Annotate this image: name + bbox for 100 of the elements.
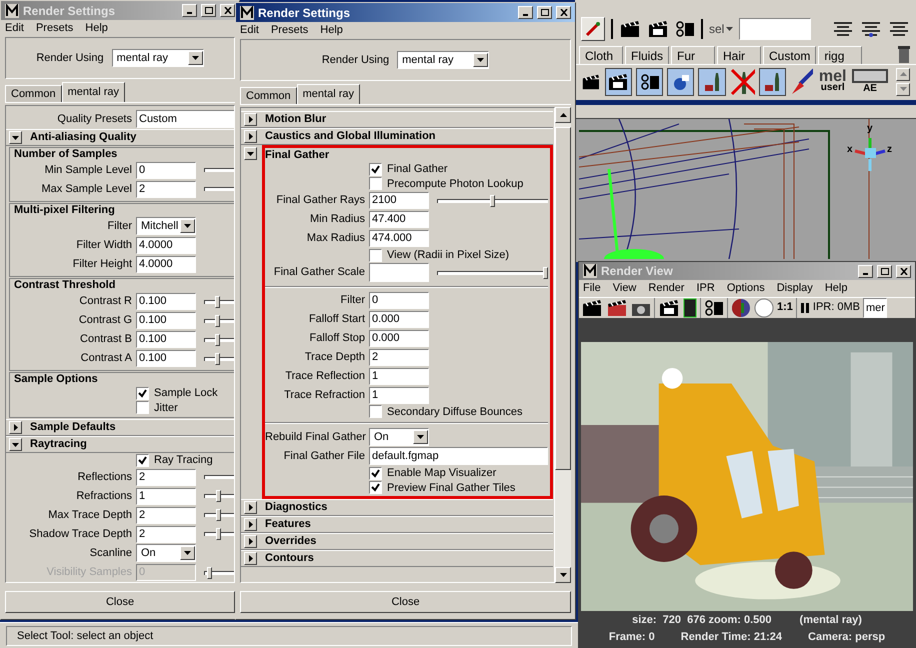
clapperboard-icon[interactable] xyxy=(606,298,628,318)
clapperboard-icon[interactable] xyxy=(647,19,669,39)
section-header[interactable]: Caustics and Global Illumination xyxy=(241,128,553,145)
bottle-icon[interactable] xyxy=(758,68,786,96)
expand-toggle[interactable] xyxy=(9,130,22,144)
menu-item[interactable]: Edit xyxy=(5,20,24,37)
number-field[interactable]: 4.0000 xyxy=(136,237,196,254)
tab[interactable]: Common xyxy=(5,85,62,102)
menu-item[interactable]: File xyxy=(583,280,601,296)
render-settings-icon[interactable] xyxy=(675,19,695,39)
section-header[interactable]: Raytracing xyxy=(6,436,234,453)
menu-item[interactable]: Presets xyxy=(270,22,308,39)
dropdown[interactable]: mental ray xyxy=(397,51,490,69)
checkbox[interactable] xyxy=(369,177,382,190)
renderer-field[interactable]: mer xyxy=(862,298,887,318)
slider-thumb[interactable] xyxy=(216,490,221,502)
close-dialog-button[interactable]: Close xyxy=(240,591,571,613)
slider-thumb[interactable] xyxy=(215,334,220,346)
bottle-icon[interactable] xyxy=(698,68,726,96)
number-field[interactable]: 2100 xyxy=(369,192,429,209)
slider-thumb[interactable] xyxy=(215,352,220,364)
menu-item[interactable]: Help xyxy=(320,22,343,39)
checkbox[interactable] xyxy=(136,401,149,414)
number-field[interactable]: 0.100 xyxy=(136,331,196,348)
expand-toggle[interactable] xyxy=(244,552,257,565)
number-field[interactable]: 47.400 xyxy=(369,211,429,228)
slider[interactable] xyxy=(437,266,548,278)
tab[interactable]: Common xyxy=(240,87,297,104)
expand-toggle[interactable] xyxy=(244,130,257,143)
clapperboard-icon[interactable] xyxy=(658,298,680,318)
selection-field[interactable] xyxy=(739,18,812,40)
number-field[interactable]: 474.000 xyxy=(369,230,429,247)
number-field[interactable]: 2 xyxy=(369,348,429,366)
dropdown[interactable]: mental ray xyxy=(112,49,204,67)
tab[interactable]: mental ray xyxy=(62,82,125,102)
expand-toggle[interactable] xyxy=(244,535,257,548)
brush-tool-icon[interactable] xyxy=(581,17,605,41)
slider[interactable] xyxy=(437,194,548,206)
scroll-down-button[interactable] xyxy=(896,82,910,96)
number-field[interactable]: 0.100 xyxy=(136,293,196,310)
number-field[interactable]: 2 xyxy=(136,468,196,486)
dropdown[interactable]: Mitchell xyxy=(136,217,196,236)
clapperboard-icon[interactable] xyxy=(619,19,641,39)
clapperboard-icon[interactable] xyxy=(581,298,603,318)
slider-thumb[interactable] xyxy=(215,314,220,326)
render-settings-icon[interactable] xyxy=(640,72,660,92)
slider-thumb[interactable] xyxy=(216,528,221,540)
slider-thumb[interactable] xyxy=(216,509,221,521)
expand-toggle[interactable] xyxy=(9,421,22,434)
number-field[interactable]: 4.0000 xyxy=(136,256,196,273)
close-button[interactable] xyxy=(556,6,571,19)
expand-toggle[interactable] xyxy=(244,113,257,126)
number-field[interactable]: 0 xyxy=(369,292,429,308)
menu-item[interactable]: Options xyxy=(726,280,765,296)
number-field[interactable]: 2 xyxy=(136,180,196,198)
slider-thumb[interactable] xyxy=(215,296,220,308)
number-field[interactable]: 0.000 xyxy=(369,330,429,346)
menu-item[interactable]: Help xyxy=(824,280,848,296)
paint-brush-icon[interactable] xyxy=(790,68,814,96)
number-field[interactable]: 2 xyxy=(136,506,196,524)
color-sphere-icon[interactable] xyxy=(731,298,751,318)
minimize-button[interactable] xyxy=(182,4,197,17)
menu-item[interactable]: View xyxy=(612,280,636,296)
section-header[interactable]: Sample Defaults xyxy=(6,419,234,436)
trash-icon[interactable] xyxy=(896,44,912,64)
number-field[interactable]: 1 xyxy=(136,488,196,504)
clapperboard-icon[interactable] xyxy=(607,72,630,92)
circle-icon[interactable] xyxy=(754,298,774,318)
close-button[interactable] xyxy=(896,264,911,278)
menu-item[interactable]: Edit xyxy=(240,22,259,39)
checkbox[interactable] xyxy=(369,466,382,480)
script-shelf-button[interactable]: mel userl xyxy=(817,70,848,92)
section-header[interactable]: Motion Blur xyxy=(241,111,553,128)
menu-item[interactable]: Display xyxy=(776,280,813,296)
scrollbar[interactable] xyxy=(555,107,571,583)
number-field[interactable]: 2 xyxy=(136,526,196,542)
section-header[interactable]: Anti-aliasing Quality xyxy=(6,128,234,146)
scroll-up-button[interactable] xyxy=(896,68,910,80)
sel-label[interactable]: sel xyxy=(709,20,724,38)
number-field[interactable]: 0 xyxy=(136,162,196,178)
section-header[interactable]: Features xyxy=(241,516,553,533)
checkbox[interactable] xyxy=(369,405,382,418)
checkbox[interactable] xyxy=(369,162,382,176)
pause-icon[interactable] xyxy=(800,302,810,314)
shelf-tab[interactable]: Custom xyxy=(763,46,816,64)
ipr-icon[interactable] xyxy=(683,298,697,318)
number-field[interactable]: 0.000 xyxy=(369,310,429,328)
shelf-tab[interactable]: Cloth xyxy=(579,46,623,64)
text-field[interactable]: Custom xyxy=(136,110,234,128)
expand-toggle[interactable] xyxy=(9,438,22,451)
expand-toggle[interactable] xyxy=(244,147,257,160)
shelf-tab[interactable]: Fur xyxy=(671,46,716,64)
maximize-button[interactable] xyxy=(537,6,552,19)
close-button[interactable] xyxy=(220,4,235,17)
dropdown[interactable]: On xyxy=(136,544,196,562)
number-field[interactable]: 1 xyxy=(369,368,429,384)
maximize-button[interactable] xyxy=(201,4,216,17)
menu-item[interactable]: Help xyxy=(85,20,108,37)
menu-item[interactable]: Presets xyxy=(36,20,74,37)
shelf-tab[interactable]: Hair xyxy=(717,46,762,64)
